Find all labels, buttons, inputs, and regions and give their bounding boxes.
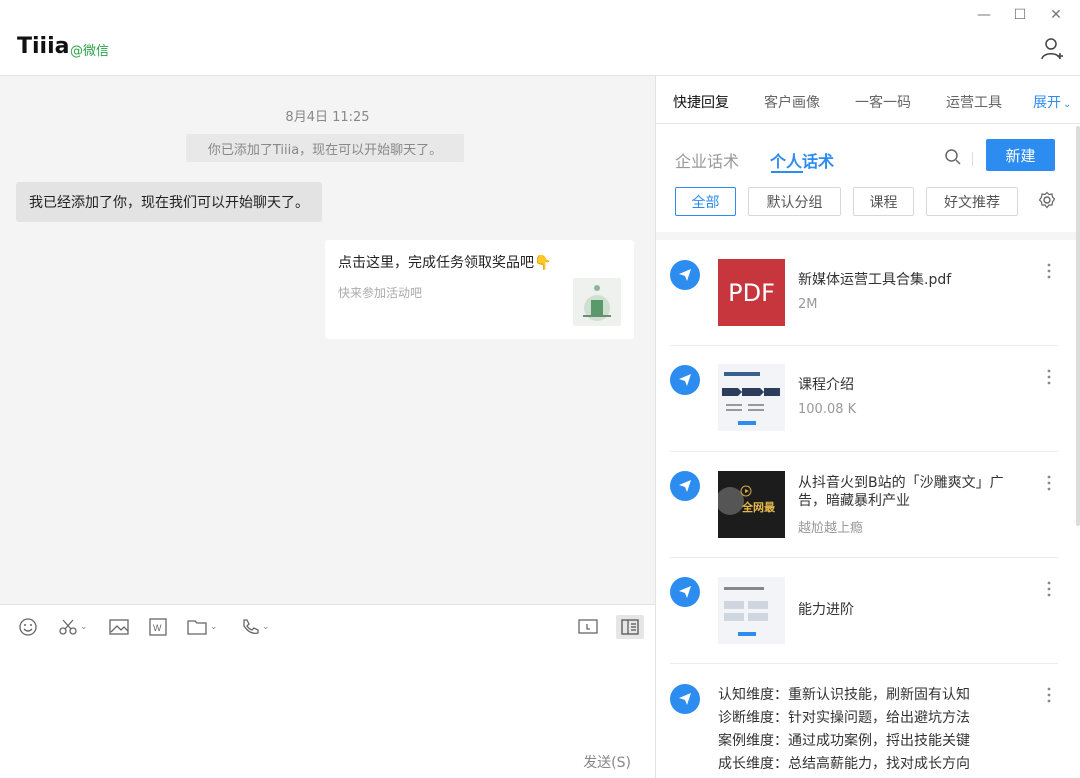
gear-icon[interactable]: [1038, 191, 1056, 209]
script-text: 认知维度：重新认识技能，刷新固有认知 诊断维度：针对实操问题，给出避坑方法 案例…: [718, 684, 970, 776]
item-divider: [670, 663, 1058, 664]
tab-quick-reply[interactable]: 快捷回复: [673, 92, 729, 112]
new-button[interactable]: 新建: [986, 139, 1055, 171]
word-doc-icon[interactable]: W: [148, 615, 168, 639]
card-title: 点击这里，完成任务领取奖品吧👇: [338, 255, 552, 271]
script-line: 诊断维度：针对实操问题，给出避坑方法: [718, 710, 970, 726]
expand-label: 展开: [1033, 95, 1061, 111]
chip-all[interactable]: 全部: [675, 187, 736, 216]
item-title: 课程介绍: [798, 377, 854, 393]
contact-source: @微信: [70, 44, 110, 59]
svg-text:W: W: [153, 623, 162, 633]
scissors-icon[interactable]: ⌄: [58, 615, 88, 639]
tab-operation-tools[interactable]: 运营工具: [946, 92, 1002, 112]
more-icon[interactable]: [1042, 686, 1056, 704]
item-title: 从抖音火到B站的「沙雕爽文」广告，暗藏暴利产业: [798, 475, 1004, 509]
script-line: 案例维度：通过成功案例，捋出技能关键: [718, 733, 970, 749]
tab-enterprise-scripts[interactable]: 企业话术: [675, 148, 739, 172]
sidebar-toggle-icon[interactable]: [616, 615, 644, 639]
active-tab-underline: [771, 171, 803, 173]
input-toolbar: ⌄ W ⌄ ⌄: [0, 604, 655, 650]
card-thumbnail-image: [573, 278, 621, 326]
tab-customer-profile[interactable]: 客户画像: [764, 92, 820, 112]
quick-reply-icon[interactable]: [577, 615, 599, 639]
item-subtitle: 2M: [798, 297, 818, 312]
more-icon[interactable]: [1042, 580, 1056, 598]
course-thumbnail: [718, 364, 785, 431]
thumb-caption: 全网最: [742, 501, 775, 514]
more-icon[interactable]: [1042, 474, 1056, 492]
item-subtitle: 100.08 K: [798, 402, 857, 417]
item-title: 能力进阶: [798, 602, 854, 618]
phone-icon[interactable]: ⌄: [240, 615, 270, 639]
contact-name: Tiiia: [17, 34, 70, 59]
image-icon[interactable]: [108, 615, 130, 639]
item-title: 新媒体运营工具合集.pdf: [798, 272, 952, 288]
chat-header: Tiiia @微信: [0, 0, 1080, 76]
chip-course[interactable]: 课程: [853, 187, 914, 216]
expand-button[interactable]: 展开 ⌄: [1033, 92, 1071, 112]
link-card-message[interactable]: 点击这里，完成任务领取奖品吧👇 快来参加活动吧: [325, 240, 634, 339]
more-icon[interactable]: [1042, 262, 1056, 280]
send-button[interactable]: 发送(S): [583, 752, 631, 772]
send-icon[interactable]: [670, 684, 700, 714]
add-user-icon[interactable]: [1040, 36, 1066, 62]
item-divider: [670, 451, 1058, 452]
tab-personal-scripts[interactable]: 个人话术: [770, 148, 834, 172]
script-line: 成长维度：总结高薪能力，找对成长方向: [718, 756, 970, 772]
send-icon[interactable]: [670, 471, 700, 501]
card-subtitle: 快来参加活动吧: [338, 286, 423, 300]
pdf-thumbnail: PDF: [718, 259, 785, 326]
list-separator: [656, 232, 1080, 240]
chat-history[interactable]: 8月4日 11:25 你已添加了Tiiia，现在可以开始聊天了。 我已经添加了你…: [0, 76, 655, 604]
system-message: 你已添加了Tiiia，现在可以开始聊天了。: [186, 134, 464, 162]
emoji-icon[interactable]: [18, 615, 38, 639]
message-timestamp: 8月4日 11:25: [285, 110, 370, 125]
tab-customer-code[interactable]: 一客一码: [855, 92, 911, 112]
send-icon[interactable]: [670, 260, 700, 290]
message-bubble-received[interactable]: 我已经添加了你，现在我们可以开始聊天了。: [16, 182, 322, 222]
more-icon[interactable]: [1042, 368, 1056, 386]
panel-tabs: 快捷回复 客户画像 一客一码 运营工具 展开 ⌄: [656, 76, 1080, 124]
separator: [972, 152, 973, 166]
chevron-down-icon: ⌄: [80, 622, 88, 632]
quick-reply-panel: 快捷回复 客户画像 一客一码 运营工具 展开 ⌄ 企业话术 个人话术 新建 全部 …: [656, 76, 1080, 778]
search-icon[interactable]: [944, 148, 962, 166]
chip-recommended-articles[interactable]: 好文推荐: [926, 187, 1018, 216]
send-icon[interactable]: [670, 577, 700, 607]
chip-default-group[interactable]: 默认分组: [748, 187, 841, 216]
send-icon[interactable]: [670, 365, 700, 395]
item-subtitle: 越尬越上瘾: [798, 521, 864, 536]
chevron-down-icon: ⌄: [1063, 99, 1072, 110]
script-line: 认知维度：重新认识技能，刷新固有认知: [718, 687, 970, 703]
chevron-down-icon: ⌄: [210, 622, 218, 632]
item-divider: [670, 345, 1058, 346]
item-divider: [670, 557, 1058, 558]
message-input[interactable]: 发送(S): [0, 650, 655, 778]
folder-icon[interactable]: ⌄: [186, 615, 218, 639]
article-thumbnail: 全网最: [718, 471, 785, 538]
course-thumbnail: [718, 577, 785, 644]
chevron-down-icon: ⌄: [262, 622, 270, 632]
panel-scrollbar[interactable]: [1076, 126, 1080, 526]
